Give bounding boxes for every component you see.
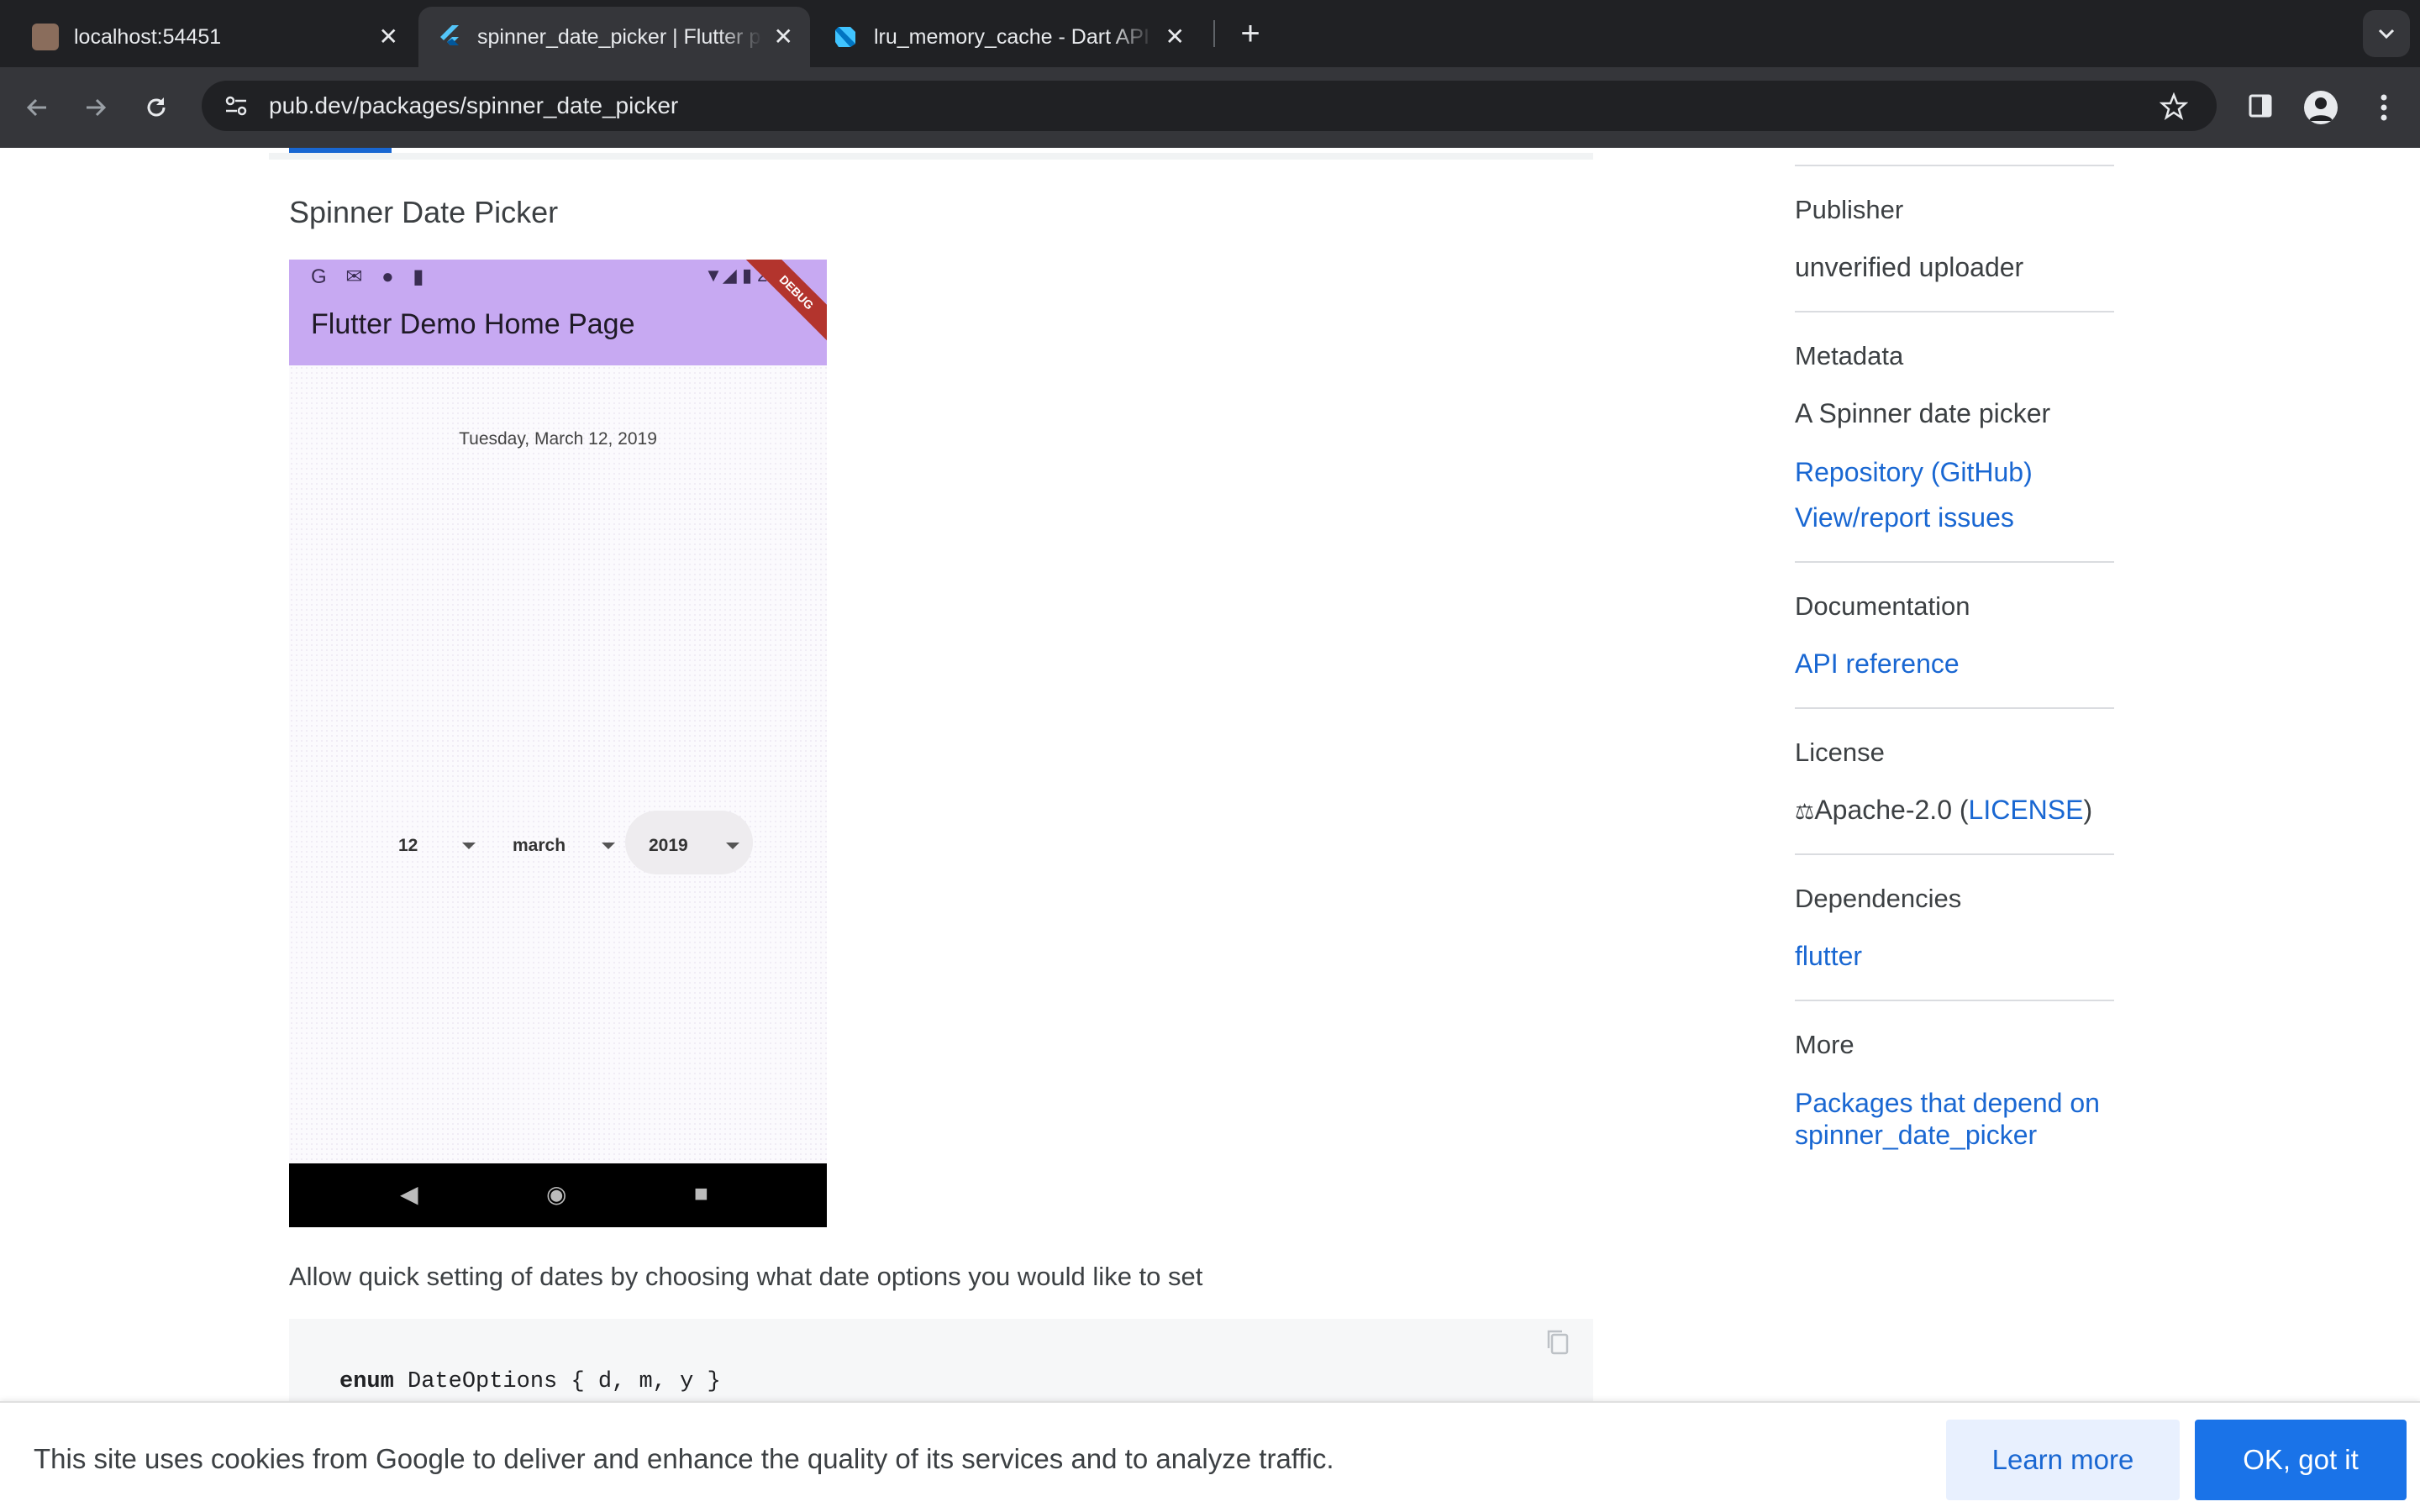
demo-selected-date: Tuesday, March 12, 2019 <box>459 429 657 449</box>
demo-month-value: march <box>513 836 566 855</box>
dependent-packages-link-line2: spinner_date_picker <box>1795 1120 2038 1150</box>
code-keyword: enum <box>339 1369 394 1394</box>
tab-title: spinner_date_picker | Flutter package <box>477 24 762 49</box>
arrow-left-icon <box>26 98 46 117</box>
close-tab-icon[interactable]: ✕ <box>774 25 793 49</box>
sidebar-divider <box>1795 311 2114 312</box>
publisher-value: unverified uploader <box>1795 252 2024 282</box>
caret-down-icon <box>602 843 615 849</box>
tab-search-button[interactable] <box>2363 10 2410 57</box>
readme-description: Allow quick setting of dates by choosing… <box>289 1262 1203 1291</box>
back-button[interactable] <box>13 84 60 131</box>
metadata-description: A Spinner date picker <box>1795 398 2051 428</box>
demo-status-icons: G ✉ ● ▮ <box>311 265 431 288</box>
metadata-heading: Metadata <box>1795 341 1904 370</box>
bookmark-star-icon[interactable] <box>2160 92 2188 121</box>
demo-app-title: Flutter Demo Home Page <box>311 308 635 340</box>
license-link[interactable]: LICENSE <box>1969 795 2084 825</box>
license-heading: License <box>1795 738 1885 767</box>
browser-tab-localhost[interactable]: localhost:54451 ✕ <box>0 7 415 67</box>
caret-down-icon <box>462 843 476 849</box>
browser-tab-lru-memory-cache[interactable]: lru_memory_cache - Dart API docs ✕ <box>815 7 1202 67</box>
flutter-dependency-link[interactable]: flutter <box>1795 941 1862 972</box>
arrow-right-icon <box>87 98 107 117</box>
demo-screenshot-image: G ✉ ● ▮ ▼◢ ▮ 2:43 Flutter Demo Home Page… <box>289 260 827 1227</box>
documentation-heading: Documentation <box>1795 591 1970 621</box>
reload-button[interactable] <box>133 84 180 131</box>
android-home-icon: ◉ <box>546 1181 567 1207</box>
more-heading: More <box>1795 1030 1854 1059</box>
page-content: Spinner Date Picker G ✉ ● ▮ ▼◢ ▮ 2:43 Fl… <box>0 148 2420 1512</box>
sidebar-divider <box>1795 853 2114 855</box>
dart-logo-icon <box>835 27 855 47</box>
side-panel-icon[interactable] <box>2247 92 2274 119</box>
balance-scale-icon: ⚖ <box>1795 799 1815 824</box>
license-name: Apache-2.0 ( <box>1814 795 1969 825</box>
tab-title: localhost:54451 <box>74 24 222 49</box>
address-bar[interactable]: pub.dev/packages/spinner_date_picker <box>202 81 2217 131</box>
license-suffix: ) <box>2083 795 2093 825</box>
person-icon <box>2309 97 2333 121</box>
tab-separator <box>1213 20 1215 47</box>
active-tab-indicator <box>289 148 392 153</box>
more-vert-icon[interactable] <box>2371 91 2396 124</box>
code-line: enum DateOptions { d, m, y } <box>339 1369 721 1394</box>
browser-tab-spinner-date-picker[interactable]: spinner_date_picker | Flutter package ✕ <box>418 7 810 67</box>
android-recents-icon: ■ <box>694 1180 708 1206</box>
learn-more-button[interactable]: Learn more <box>1946 1420 2180 1500</box>
demo-day-value: 12 <box>398 836 418 855</box>
cookie-message: This site uses cookies from Google to de… <box>34 1443 1334 1474</box>
ok-got-it-button[interactable]: OK, got it <box>2195 1420 2407 1500</box>
tab-title: lru_memory_cache - Dart API docs <box>874 24 1154 49</box>
sidebar-divider <box>1795 561 2114 563</box>
profile-avatar[interactable] <box>2304 91 2338 124</box>
repository-link[interactable]: Repository (GitHub) <box>1795 457 2033 488</box>
reload-icon <box>147 97 166 117</box>
caret-down-icon <box>726 843 739 849</box>
publisher-heading: Publisher <box>1795 195 1904 224</box>
chevron-down-icon <box>2378 29 2395 39</box>
readme-heading: Spinner Date Picker <box>289 195 559 229</box>
demo-year-value: 2019 <box>649 836 688 855</box>
new-tab-button[interactable]: + <box>1228 12 1272 55</box>
view-report-issues-link[interactable]: View/report issues <box>1795 502 2014 533</box>
tab-favicon-avatar <box>32 24 59 50</box>
site-settings-icon[interactable] <box>224 93 249 118</box>
dependent-packages-link-line1: Packages that depend on <box>1795 1088 2100 1118</box>
close-tab-icon[interactable]: ✕ <box>1165 25 1185 49</box>
code-text: DateOptions { d, m, y } <box>393 1369 721 1394</box>
android-back-icon: ◀ <box>400 1181 418 1207</box>
url-text: pub.dev/packages/spinner_date_picker <box>269 92 678 119</box>
forward-button[interactable] <box>72 84 119 131</box>
flutter-logo-icon <box>440 25 459 45</box>
sidebar-divider <box>1795 165 2114 166</box>
url-path: /packages/spinner_date_picker <box>352 92 679 118</box>
sidebar-divider <box>1795 707 2114 709</box>
license-value: ⚖Apache-2.0 (LICENSE) <box>1795 795 2092 826</box>
dependencies-heading: Dependencies <box>1795 884 1962 913</box>
wifi-icon: ▼◢ ▮ <box>704 265 758 286</box>
browser-tab-strip: localhost:54451 ✕ spinner_date_picker | … <box>0 0 2420 67</box>
detail-tabs-divider <box>269 153 1593 160</box>
copy-icon[interactable] <box>1544 1327 1571 1357</box>
api-reference-link[interactable]: API reference <box>1795 648 1960 680</box>
url-host: pub.dev <box>269 92 353 118</box>
sidebar-divider <box>1795 1000 2114 1001</box>
close-tab-icon[interactable]: ✕ <box>379 25 398 49</box>
dependent-packages-link[interactable]: Packages that depend on spinner_date_pick… <box>1795 1087 2100 1151</box>
cookie-consent-banner: This site uses cookies from Google to de… <box>0 1401 2420 1512</box>
